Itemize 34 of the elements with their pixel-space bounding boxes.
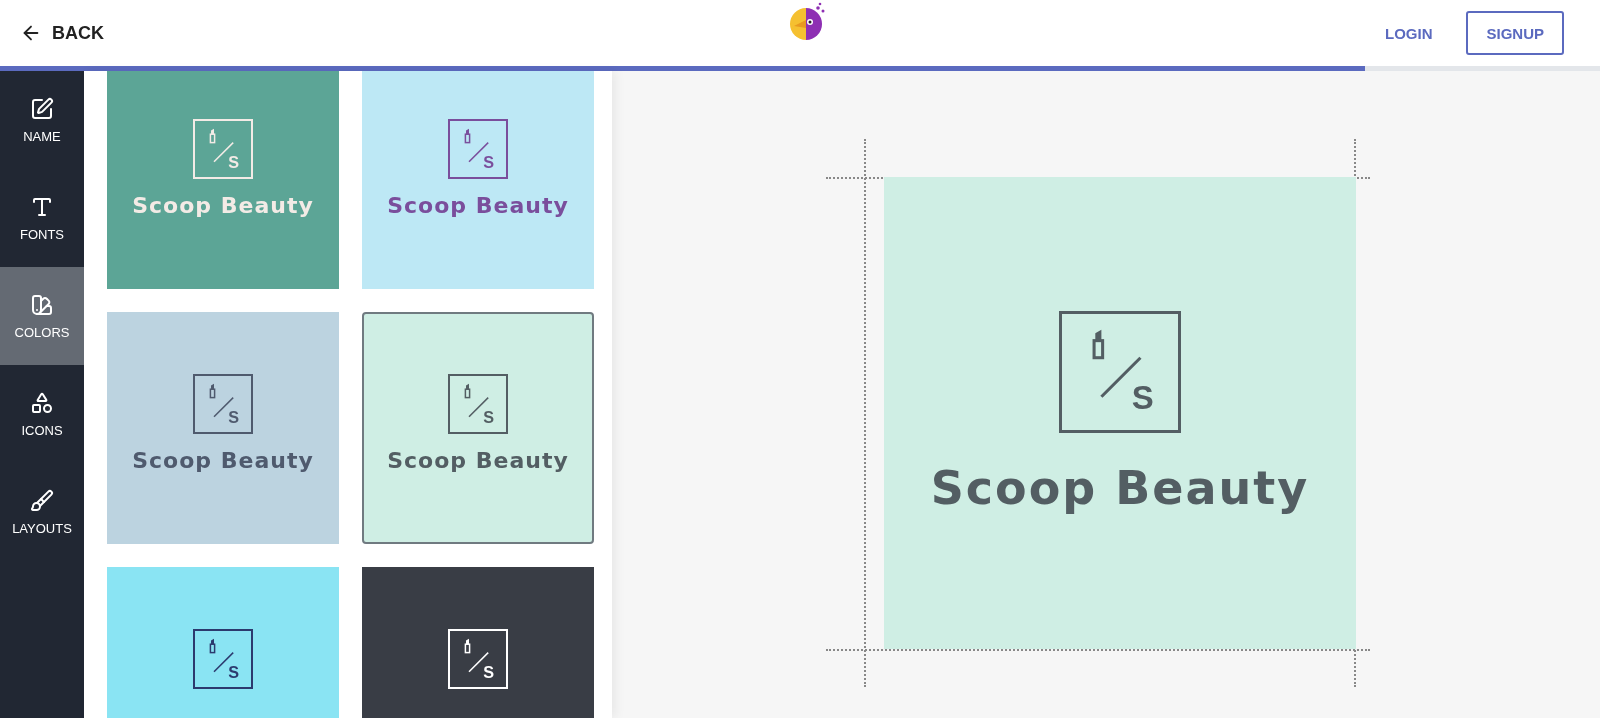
sidebar-item[interactable]: LAYOUTS: [0, 463, 84, 561]
logo-letter: S: [1131, 382, 1154, 416]
sidebar-label: LAYOUTS: [12, 520, 72, 536]
brand-name: Scoop Beauty: [930, 461, 1310, 515]
shapes-icon: [30, 390, 54, 415]
edit-icon: [30, 96, 54, 121]
palette-card[interactable]: S Scoop Beauty: [107, 312, 339, 544]
logo-letter: S: [228, 408, 239, 425]
logo-letter: S: [483, 408, 494, 425]
logo-letter: S: [483, 153, 494, 170]
logo-letter: S: [228, 663, 239, 680]
logo-letter: S: [228, 153, 239, 170]
sidebar-item[interactable]: ICONS: [0, 365, 84, 463]
sidebar-label: NAME: [23, 128, 61, 144]
sidebar-label: ICONS: [21, 422, 63, 438]
signup-button[interactable]: SIGNUP: [1466, 11, 1564, 55]
login-link[interactable]: LOGIN: [1375, 14, 1443, 52]
brand-name: Scoop Beauty: [132, 448, 314, 473]
sidebar-item[interactable]: COLORS: [0, 267, 84, 365]
back-link[interactable]: BACK: [20, 22, 104, 44]
palette-card[interactable]: S: [362, 567, 594, 718]
brush-icon: [30, 488, 54, 513]
palette-card[interactable]: S Scoop Beauty: [362, 312, 594, 544]
swatch-icon: [30, 292, 54, 317]
palette-card[interactable]: S Scoop Beauty: [362, 71, 594, 289]
brand-name: Scoop Beauty: [387, 448, 569, 473]
sidebar-label: COLORS: [14, 324, 70, 340]
sidebar-item[interactable]: NAME: [0, 71, 84, 169]
sidebar-label: FONTS: [19, 226, 65, 242]
palette-card[interactable]: S: [107, 567, 339, 718]
brand-name: Scoop Beauty: [132, 193, 314, 218]
sidebar-item[interactable]: FONTS: [0, 169, 84, 267]
logo-letter: S: [483, 663, 494, 680]
brand-name: Scoop Beauty: [387, 193, 569, 218]
